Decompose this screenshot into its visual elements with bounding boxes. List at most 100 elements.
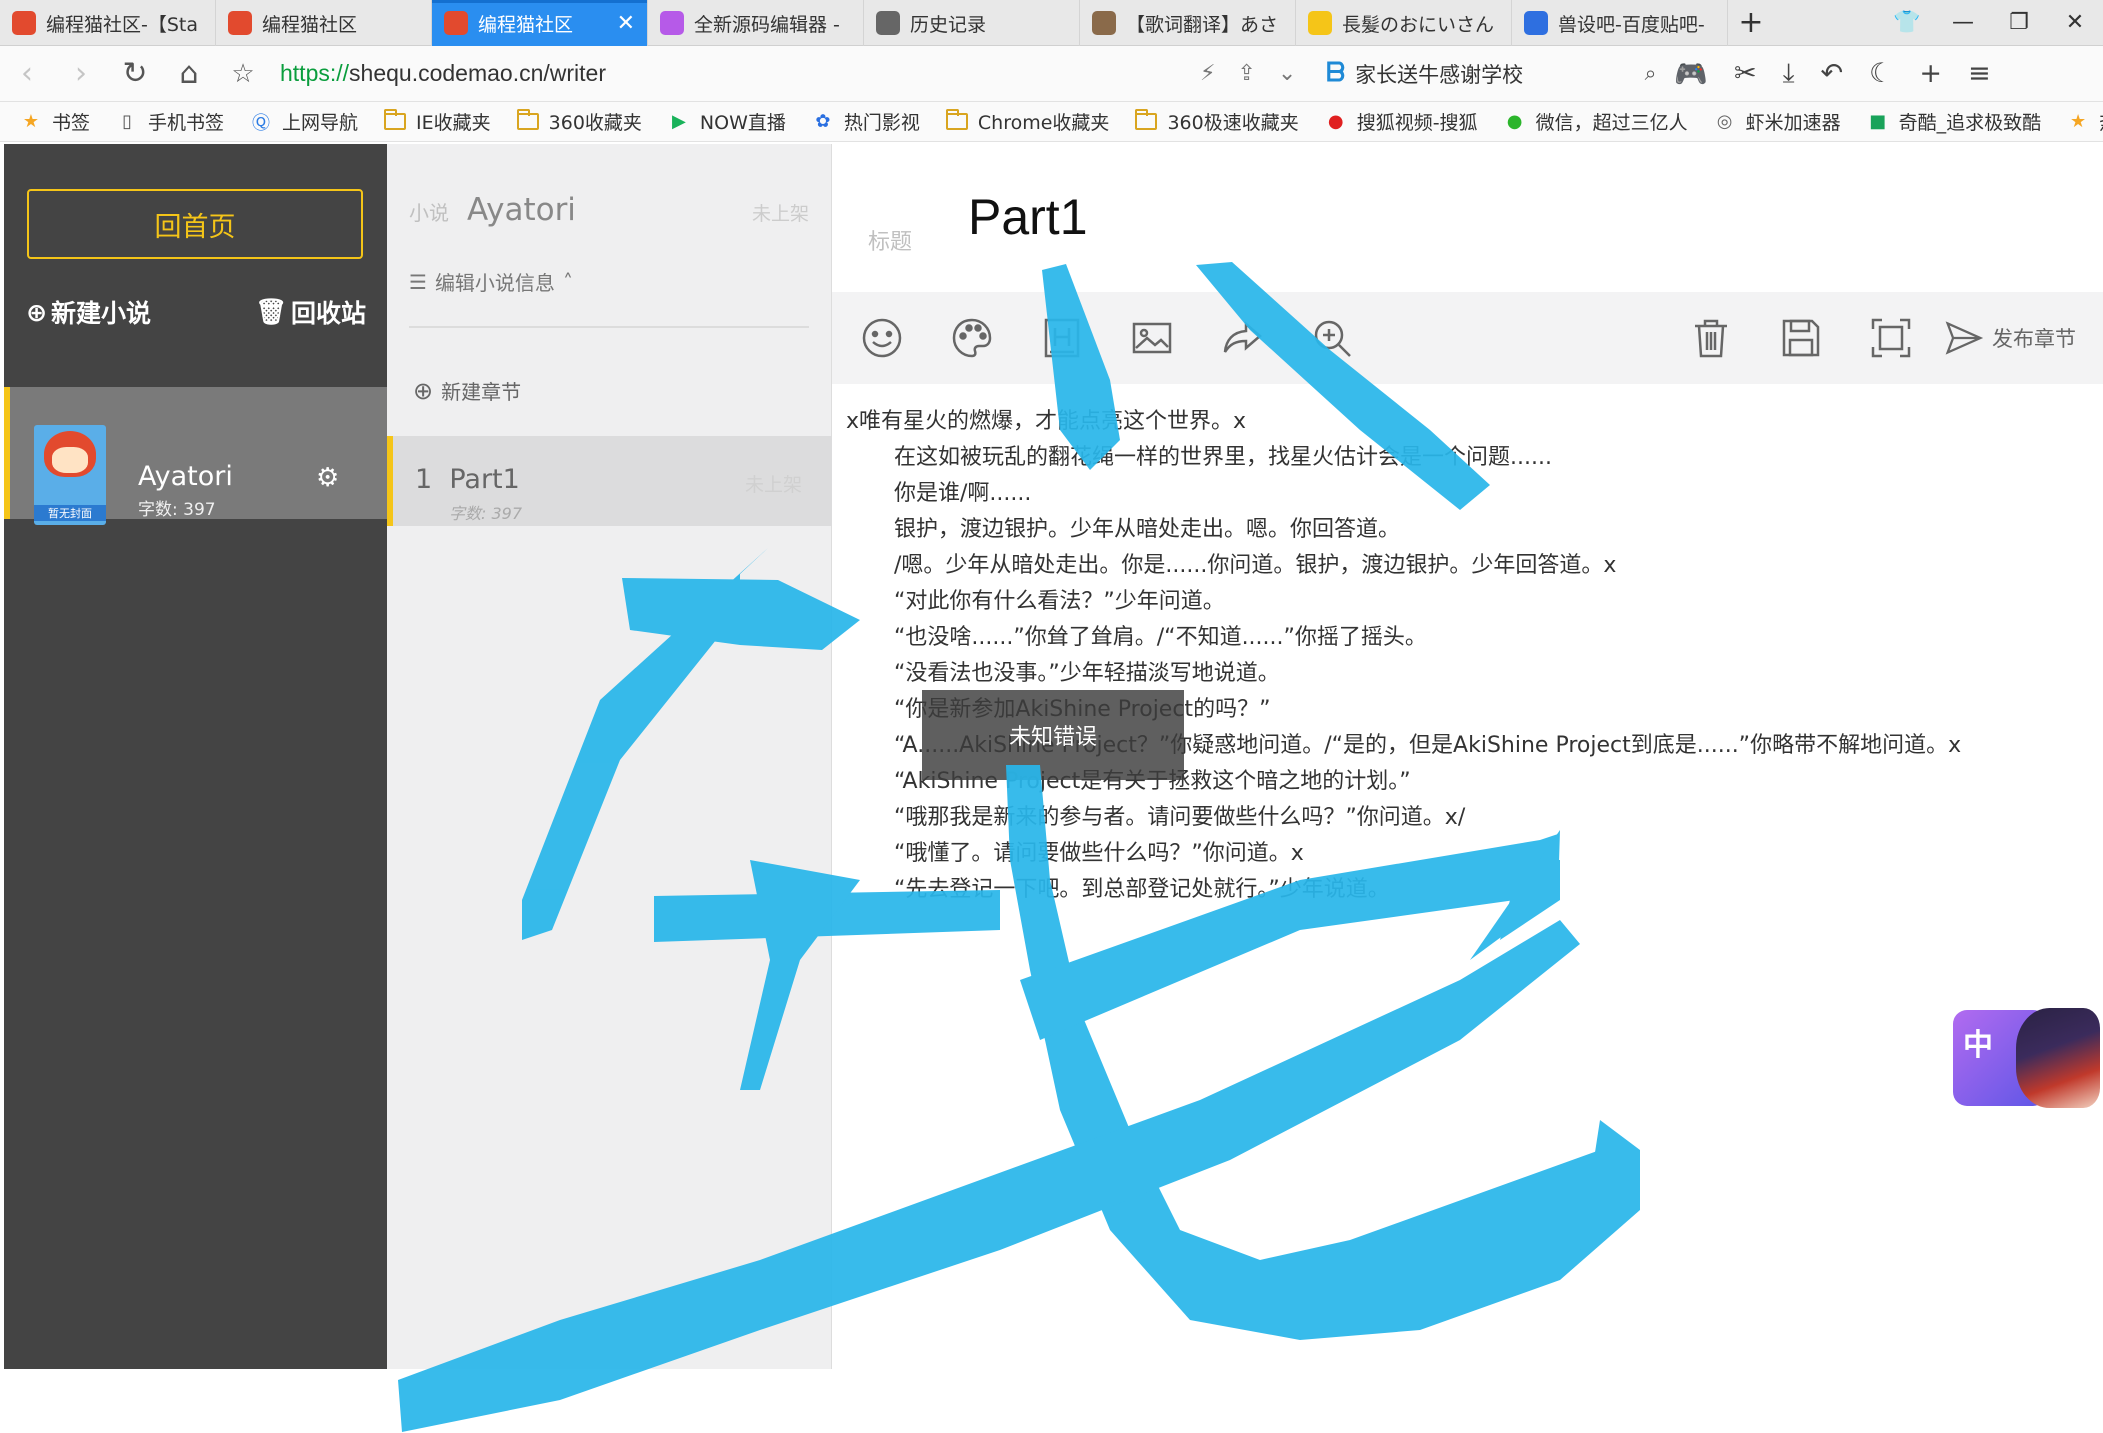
search-box[interactable]: ᗷ 家长送牛感谢学校 ⌕ (1326, 58, 1656, 89)
novel-status: 未上架 (751, 203, 809, 225)
search-icon[interactable]: ⌕ (1645, 61, 1657, 86)
minimize-button[interactable]: — (1935, 0, 1991, 46)
tab-favicon-icon (228, 11, 252, 35)
search-suggestion: 家长送牛感谢学校 (1355, 62, 1524, 87)
content-line: “对此你有什么看法？”少年问道。 (894, 589, 1225, 614)
bookmark-label: 热门游戏 (2099, 108, 2103, 135)
bookmark-label: IE收藏夹 (416, 112, 491, 134)
gear-icon[interactable]: ⚙ (316, 463, 339, 493)
publish-chapter-button[interactable]: 发布章节 (1944, 318, 2076, 358)
bookmark-item[interactable]: IE收藏夹 (384, 108, 491, 135)
bookmarks-bar: ★ 书签 ▯ 手机书签 Ⓠ 上网导航 IE收藏夹 360收藏夹 ▶ NOW直播 ✿ 热门影视 Chrom… (0, 102, 2103, 142)
url-scheme: https:// (280, 60, 350, 86)
novel-header: 小说 Ayatori 未上架 (409, 192, 809, 228)
plus-circle-icon: ⊕ (26, 297, 47, 327)
bookmark-label: 奇酷_追求极致酷 (1898, 112, 2042, 134)
home-icon[interactable]: ⌂ (162, 46, 216, 102)
back-button[interactable]: ‹ (0, 46, 54, 102)
bookmark-item[interactable]: ★ 热门游戏 (2067, 108, 2103, 135)
cover-mascot-face (52, 447, 88, 473)
page-bottom (0, 1372, 2103, 1433)
new-tab-button[interactable]: + (1728, 0, 1774, 45)
novel-card[interactable]: 暂无封面 Ayatori 字数: 397 ⚙ (4, 387, 387, 525)
chapter-content[interactable]: x唯有星火的燃爆，才能点亮这个世界。x 在这如被玩乱的翻花绳一样的世界里，找星火估… (846, 404, 2096, 908)
save-icon[interactable] (1777, 314, 1825, 362)
image-icon[interactable] (1128, 314, 1176, 362)
share-icon[interactable]: ⇪ (1237, 61, 1255, 86)
fullscreen-icon[interactable] (1867, 314, 1915, 362)
undo-icon[interactable]: ↶ (1821, 58, 1844, 89)
tab-title: 编程猫社区 (262, 13, 358, 36)
menu-icon[interactable]: ≡ (1968, 58, 1991, 89)
reload-button[interactable]: ↻ (108, 46, 162, 102)
bookmark-item[interactable]: 360极速收藏夹 (1135, 108, 1299, 135)
novel-name: Ayatori (138, 461, 233, 492)
bookmark-item[interactable]: Ⓠ 上网导航 (250, 108, 358, 135)
window-controls: 👕 — ❐ ✕ (1879, 0, 2103, 45)
content-line: “没看法也没事。”少年轻描淡写地说道。 (894, 661, 1280, 686)
share-arrow-icon[interactable] (1218, 314, 1266, 362)
content-line: “也没啥......”你耸了耸肩。/“不知道......”你摇了摇头。 (894, 625, 1427, 650)
novel-sidebar: 回首页 ⊕ 新建小说 🗑 回收站 暂无封面 Ayatori 字数: 397 ⚙ (4, 144, 387, 1369)
tab-title: 编程猫社区 (478, 13, 574, 36)
close-window-button[interactable]: ✕ (2047, 0, 2103, 46)
browser-tab[interactable]: 【歌词翻译】あさ (1080, 0, 1296, 46)
zoom-icon[interactable] (1308, 314, 1356, 362)
recycle-bin-button[interactable]: 🗑 回收站 (255, 294, 366, 330)
trash-icon: 🗑 (255, 297, 287, 326)
bookmark-label: NOW直播 (699, 112, 786, 134)
browser-tab[interactable]: 全新源码编辑器 - (648, 0, 864, 46)
game-icon[interactable]: 🎮 (1674, 58, 1708, 90)
browser-tab[interactable]: 编程猫社区 ✕ (432, 0, 648, 46)
bookmark-item[interactable]: ▶ NOW直播 (668, 108, 786, 135)
browser-tab[interactable]: 编程猫社区-【Sta (0, 0, 216, 46)
palette-icon[interactable] (948, 314, 996, 362)
emoji-icon[interactable] (858, 314, 906, 362)
restore-button[interactable]: ❐ (1991, 0, 2047, 46)
url-field[interactable]: https://shequ.codemao.cn/writer (280, 60, 1200, 87)
content-line: 银护，渡边银护。少年从暗处走出。嗯。你回答道。 (894, 517, 1401, 542)
home-button[interactable]: 回首页 (27, 189, 363, 259)
chapter-panel: 小说 Ayatori 未上架 ☰ 编辑小说信息 ˄ ⊕ 新建章节 1 Part1… (387, 144, 832, 1369)
heading-icon[interactable] (1038, 314, 1086, 362)
browser-tab[interactable]: 编程猫社区 (216, 0, 432, 46)
list-icon: ☰ (409, 269, 427, 294)
forward-button[interactable]: › (54, 46, 108, 102)
scissors-icon[interactable]: ✂ (1734, 58, 1757, 89)
floating-assistant[interactable]: 中 (1950, 1008, 2100, 1108)
bookmark-item[interactable]: ★ 书签 (20, 108, 90, 135)
bookmark-item[interactable]: ● 微信，超过三亿人 (1504, 108, 1688, 135)
bookmark-item[interactable]: 360收藏夹 (516, 108, 642, 135)
browser-tab[interactable]: 長髪のおにいさん (1296, 0, 1512, 46)
bookmark-item[interactable]: ◎ 虾米加速器 (1714, 108, 1841, 135)
tab-title: 兽设吧-百度贴吧- (1558, 13, 1705, 36)
trash-icon[interactable] (1687, 314, 1735, 362)
skin-icon[interactable]: 👕 (1879, 0, 1935, 46)
edit-info-label: 编辑小说信息 (434, 271, 555, 295)
bookmark-item[interactable]: ■ 奇酷_追求极致酷 (1867, 108, 2042, 135)
night-mode-icon[interactable]: ☾ (1869, 58, 1893, 89)
bookmark-item[interactable]: Chrome收藏夹 (945, 108, 1109, 135)
browser-tab[interactable]: 历史记录 (864, 0, 1080, 46)
bookmark-item[interactable]: ● 搜狐视频-搜狐 (1325, 108, 1478, 135)
close-tab-icon[interactable]: ✕ (617, 11, 635, 36)
chapter-title-input[interactable]: Part1 (968, 188, 1088, 246)
bookmark-label: 手机书签 (148, 112, 225, 134)
chevron-down-icon[interactable]: ⌄ (1278, 61, 1296, 86)
star-icon: ★ (22, 111, 40, 132)
chapter-item[interactable]: 1 Part1 未上架 字数: 397 (387, 436, 832, 526)
lightning-icon[interactable]: ⚡ (1200, 61, 1215, 86)
new-novel-button[interactable]: ⊕ 新建小说 (26, 294, 151, 330)
publish-label: 发布章节 (1992, 327, 2076, 351)
download-icon[interactable]: ⤓ (1783, 58, 1795, 90)
browser-tab[interactable]: 兽设吧-百度贴吧- (1512, 0, 1728, 46)
bookmark-star-icon[interactable]: ☆ (216, 46, 270, 102)
edit-novel-info-button[interactable]: ☰ 编辑小说信息 ˄ (409, 267, 573, 296)
add-icon[interactable]: + (1919, 58, 1942, 89)
bing-icon[interactable]: ᗷ (1326, 58, 1345, 89)
bookmark-item[interactable]: ▯ 手机书签 (116, 108, 224, 135)
content-line: x唯有星火的燃爆，才能点亮这个世界。x (846, 409, 1247, 434)
bookmark-item[interactable]: ✿ 热门影视 (812, 108, 920, 135)
new-chapter-button[interactable]: ⊕ 新建章节 (413, 376, 521, 405)
tab-favicon-icon (876, 11, 900, 35)
